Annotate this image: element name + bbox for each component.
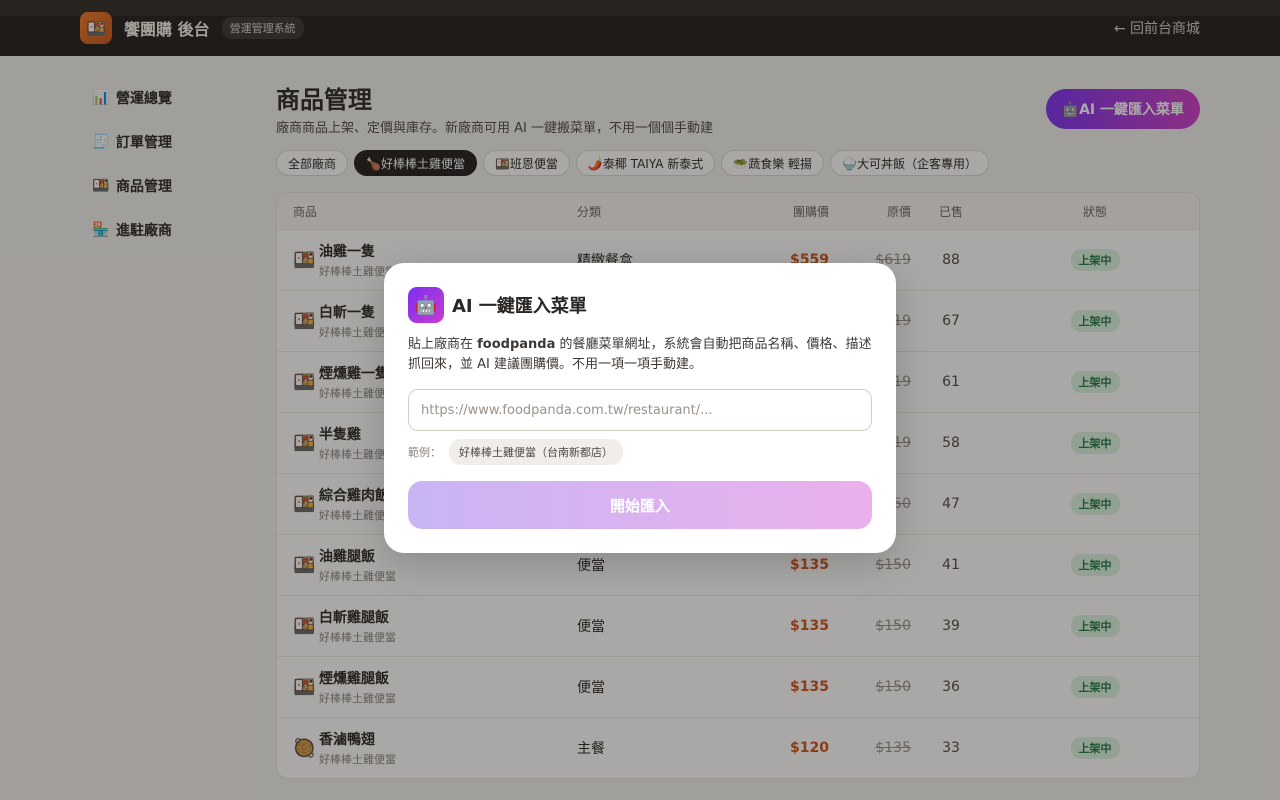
menu-url-input[interactable] [408, 389, 872, 431]
ai-import-modal: 🤖 AI 一鍵匯入菜單 貼上廠商在 foodpanda 的餐廳菜單網址，系統會自… [384, 263, 896, 553]
example-label: 範例： [408, 446, 441, 459]
start-import-button[interactable]: 開始匯入 [408, 481, 872, 529]
foodpanda-brand: foodpanda [477, 337, 556, 352]
modal-title: AI 一鍵匯入菜單 [452, 296, 587, 317]
modal-description: 貼上廠商在 foodpanda 的餐廳菜單網址，系統會自動把商品名稱、價格、描述… [408, 337, 872, 372]
robot-icon: 🤖 [408, 287, 444, 323]
example-chip[interactable]: 好棒棒土雞便當（台南新都店） [449, 439, 623, 465]
